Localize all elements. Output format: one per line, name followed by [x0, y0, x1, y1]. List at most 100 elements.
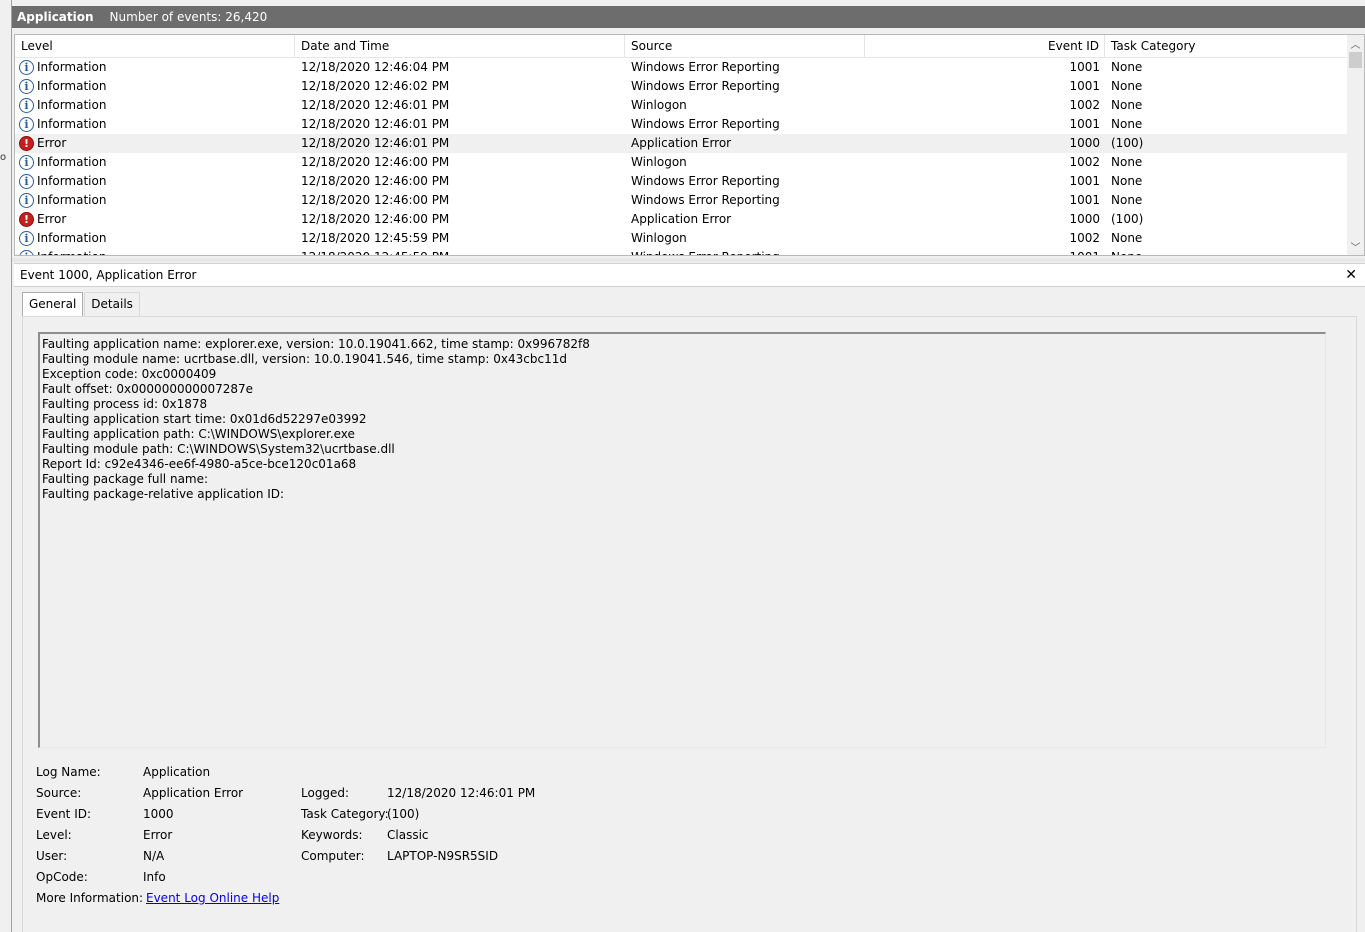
label-user: User:: [36, 849, 68, 863]
cell-source: Windows Error Reporting: [631, 60, 780, 74]
cell-date: 12/18/2020 12:46:01 PM: [301, 117, 450, 131]
cell-date: 12/18/2020 12:45:59 PM: [301, 231, 450, 245]
scroll-thumb[interactable]: [1349, 52, 1362, 68]
cell-date: 12/18/2020 12:46:01 PM: [301, 136, 450, 150]
level-text: Error: [37, 136, 67, 150]
label-opcode: OpCode:: [36, 870, 88, 884]
event-row[interactable]: i Information 12/18/2020 12:45:59 PM Winlog…: [15, 229, 1348, 248]
label-keywords: Keywords:: [301, 828, 363, 842]
cell-date: 12/18/2020 12:45:59 PM: [295, 248, 625, 255]
event-row[interactable]: i Information 12/18/2020 12:46:02 PM Window…: [15, 77, 1348, 96]
cell-task-category: (100): [1111, 136, 1144, 150]
cell-level: iInformation: [15, 229, 295, 248]
cell-task-category: None: [1111, 155, 1143, 169]
value-source: Application Error: [143, 786, 244, 800]
label-logged: Logged:: [301, 786, 350, 800]
cell-event-id: 1002: [1069, 231, 1100, 245]
event-row[interactable]: i Information 12/18/2020 12:46:04 PM Window…: [15, 58, 1348, 77]
cell-source: Winlogon: [631, 231, 687, 245]
info-icon: i: [19, 60, 34, 75]
description-line: Faulting application path: C:\WINDOWS\ex…: [42, 427, 355, 441]
cell-event-id: 1000: [1069, 212, 1100, 226]
event-row[interactable]: iInformation12/18/2020 12:45:59 PMWindow…: [15, 248, 1348, 255]
cell-task-category: None: [1111, 117, 1143, 131]
event-row[interactable]: i Information 12/18/2020 12:46:01 PM Winlog…: [15, 96, 1348, 115]
value-level: Error: [143, 828, 173, 842]
cell-date: 12/18/2020 12:46:01 PM: [301, 98, 450, 112]
error-icon: !: [19, 136, 34, 151]
cell-task-category: None: [1111, 79, 1143, 93]
cell-source: Windows Error Reporting: [631, 117, 780, 131]
event-row[interactable]: ! Error 12/18/2020 12:46:01 PM Application …: [15, 134, 1348, 153]
cell-task-category: (100): [1111, 212, 1144, 226]
column-header-level[interactable]: Level: [15, 35, 295, 58]
level-text: Error: [37, 212, 67, 226]
label-event-id: Event ID:: [36, 807, 92, 821]
description-line: Faulting module name: ucrtbase.dll, vers…: [42, 352, 567, 366]
label-source: Source:: [36, 786, 82, 800]
event-log-help-link[interactable]: Event Log Online Help: [146, 889, 279, 907]
pane-splitter[interactable]: [12, 258, 1365, 262]
cell-task-category: None: [1111, 231, 1143, 245]
description-line: Report Id: c92e4346-ee6f-4980-a5ce-bce12…: [42, 457, 357, 471]
level-text: Information: [37, 174, 107, 188]
label-log-name: Log Name:: [36, 765, 101, 779]
event-row[interactable]: i Information 12/18/2020 12:46:01 PM Window…: [15, 115, 1348, 134]
cell-date: 12/18/2020 12:46:04 PM: [301, 60, 450, 74]
info-icon: i: [19, 98, 34, 113]
cell-task-category: None: [1105, 248, 1345, 255]
event-row[interactable]: ! Error 12/18/2020 12:46:00 PM Application …: [15, 210, 1348, 229]
column-header-date[interactable]: Date and Time: [295, 35, 625, 58]
detail-title: Event 1000, Application Error: [20, 268, 197, 282]
level-text: Information: [37, 248, 106, 255]
description-line: Fault offset: 0x000000000007287e: [42, 382, 254, 396]
description-line: Faulting package-relative application ID…: [42, 487, 285, 501]
cell-date: 12/18/2020 12:46:00 PM: [301, 155, 450, 169]
column-header-source[interactable]: Source: [625, 35, 865, 58]
event-list[interactable]: Level Date and Time Source Event ID Task…: [14, 34, 1365, 256]
pane-marker: o: [0, 152, 7, 163]
level-text: Information: [37, 98, 107, 112]
cell-date: 12/18/2020 12:46:00 PM: [301, 212, 450, 226]
level-text: Information: [37, 60, 107, 74]
label-level: Level:: [36, 828, 72, 842]
event-row[interactable]: i Information 12/18/2020 12:46:00 PM Window…: [15, 191, 1348, 210]
column-header-task-category[interactable]: Task Category: [1105, 35, 1345, 58]
cell-source: Winlogon: [631, 98, 687, 112]
level-text: Information: [37, 155, 107, 169]
cell-source: Application Error: [631, 136, 732, 150]
info-icon: i: [19, 117, 34, 132]
detail-header: Event 1000, Application Error ✕: [14, 263, 1365, 287]
cell-event-id: 1000: [1069, 136, 1100, 150]
value-log-name: Application: [143, 765, 211, 779]
cell-level: ! Error: [15, 134, 295, 153]
label-task-category: Task Category:: [301, 807, 389, 821]
tab-general[interactable]: General: [22, 292, 84, 317]
cell-source: Windows Error Reporting: [631, 193, 780, 207]
level-text: Information: [37, 193, 107, 207]
scroll-up-icon[interactable]: ︿: [1347, 35, 1364, 52]
cell-level: iInformation: [15, 96, 295, 115]
cell-task-category: None: [1111, 60, 1143, 74]
cell-event-id: 1002: [1069, 98, 1100, 112]
vertical-scrollbar[interactable]: ︿ ﹀: [1347, 35, 1364, 255]
scroll-down-icon[interactable]: ﹀: [1347, 238, 1364, 255]
column-header-event-id[interactable]: Event ID: [865, 35, 1105, 58]
event-row[interactable]: i Information 12/18/2020 12:46:00 PM Window…: [15, 172, 1348, 191]
event-description[interactable]: Faulting application name: explorer.exe,…: [38, 332, 1326, 748]
detail-tabs: General Details: [22, 292, 141, 317]
tab-details[interactable]: Details: [84, 292, 140, 316]
event-count: Number of events: 26,420: [109, 10, 268, 24]
cell-level: iInformation: [15, 77, 295, 96]
description-line: Faulting package full name:: [42, 472, 209, 486]
cell-level: iInformation: [15, 191, 295, 210]
event-row[interactable]: i Information 12/18/2020 12:46:00 PM Winlog…: [15, 153, 1348, 172]
description-line: Faulting application start time: 0x01d6d…: [42, 412, 367, 426]
description-line: Exception code: 0xc0000409: [42, 367, 217, 381]
close-icon[interactable]: ✕: [1345, 264, 1357, 286]
cell-source: Windows Error Reporting: [625, 248, 865, 255]
cell-task-category: None: [1111, 98, 1143, 112]
cell-level: ! Error: [15, 210, 295, 229]
cell-event-id: 1001: [1069, 193, 1100, 207]
log-header: Application Number of events: 26,420: [12, 6, 1365, 28]
